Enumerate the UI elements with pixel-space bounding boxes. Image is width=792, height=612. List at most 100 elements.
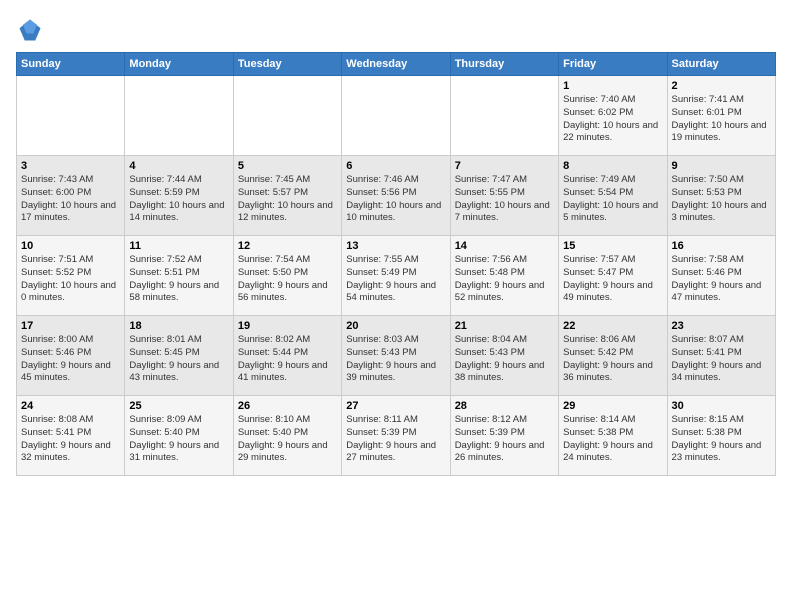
calendar-cell: 7 Sunrise: 7:47 AM Sunset: 5:55 PM Daylig… <box>450 156 558 236</box>
day-info: Sunrise: 7:46 AM Sunset: 5:56 PM Dayligh… <box>346 174 445 225</box>
calendar-header: SundayMondayTuesdayWednesdayThursdayFrid… <box>17 53 776 76</box>
day-info: Sunrise: 7:44 AM Sunset: 5:59 PM Dayligh… <box>129 174 228 225</box>
day-info: Sunrise: 8:15 AM Sunset: 5:38 PM Dayligh… <box>672 414 771 465</box>
calendar-cell: 25Sunrise: 8:09 AM Sunset: 5:40 PM Dayli… <box>125 396 233 476</box>
calendar-cell: 30 Sunrise: 8:15 AM Sunset: 5:38 PM Dayli… <box>667 396 775 476</box>
day-info: Sunrise: 7:52 AM Sunset: 5:51 PM Dayligh… <box>129 254 228 305</box>
calendar-cell <box>17 76 125 156</box>
day-info: Sunrise: 8:01 AM Sunset: 5:45 PM Dayligh… <box>129 334 228 385</box>
day-info: Sunrise: 7:43 AM Sunset: 6:00 PM Dayligh… <box>21 174 120 225</box>
calendar-cell: 15 Sunrise: 7:57 AM Sunset: 5:47 PM Dayli… <box>559 236 667 316</box>
day-info: Sunrise: 8:06 AM Sunset: 5:42 PM Dayligh… <box>563 334 662 385</box>
calendar-cell: 13 Sunrise: 7:55 AM Sunset: 5:49 PM Dayli… <box>342 236 450 316</box>
calendar-cell: 4 Sunrise: 7:44 AM Sunset: 5:59 PM Daylig… <box>125 156 233 236</box>
calendar-cell: 6 Sunrise: 7:46 AM Sunset: 5:56 PM Daylig… <box>342 156 450 236</box>
calendar-cell: 12 Sunrise: 7:54 AM Sunset: 5:50 PM Dayli… <box>233 236 341 316</box>
day-number: 24 <box>21 400 120 412</box>
calendar-cell: 26 Sunrise: 8:10 AM Sunset: 5:40 PM Dayli… <box>233 396 341 476</box>
day-info: Sunrise: 8:02 AM Sunset: 5:44 PM Dayligh… <box>238 334 337 385</box>
calendar-cell: 2 Sunrise: 7:41 AM Sunset: 6:01 PM Daylig… <box>667 76 775 156</box>
day-info: Sunrise: 8:10 AM Sunset: 5:40 PM Dayligh… <box>238 414 337 465</box>
day-number: 20 <box>346 320 445 332</box>
day-number: 1 <box>563 80 662 92</box>
day-info: Sunrise: 7:56 AM Sunset: 5:48 PM Dayligh… <box>455 254 554 305</box>
calendar-cell: 27Sunrise: 8:11 AM Sunset: 5:39 PM Dayli… <box>342 396 450 476</box>
day-number: 7 <box>455 160 554 172</box>
weekday-header: Friday <box>559 53 667 76</box>
day-info: Sunrise: 7:45 AM Sunset: 5:57 PM Dayligh… <box>238 174 337 225</box>
day-number: 21 <box>455 320 554 332</box>
calendar-cell <box>125 76 233 156</box>
day-number: 27 <box>346 400 445 412</box>
calendar-cell: 10 Sunrise: 7:51 AM Sunset: 5:52 PM Dayli… <box>17 236 125 316</box>
day-info: Sunrise: 8:00 AM Sunset: 5:46 PM Dayligh… <box>21 334 120 385</box>
day-info: Sunrise: 8:04 AM Sunset: 5:43 PM Dayligh… <box>455 334 554 385</box>
day-info: Sunrise: 7:57 AM Sunset: 5:47 PM Dayligh… <box>563 254 662 305</box>
day-number: 6 <box>346 160 445 172</box>
weekday-header: Sunday <box>17 53 125 76</box>
day-number: 11 <box>129 240 228 252</box>
calendar-cell: 16 Sunrise: 7:58 AM Sunset: 5:46 PM Dayli… <box>667 236 775 316</box>
calendar-cell: 23 Sunrise: 8:07 AM Sunset: 5:41 PM Dayli… <box>667 316 775 396</box>
day-info: Sunrise: 8:12 AM Sunset: 5:39 PM Dayligh… <box>455 414 554 465</box>
day-info: Sunrise: 8:08 AM Sunset: 5:41 PM Dayligh… <box>21 414 120 465</box>
day-number: 23 <box>672 320 771 332</box>
weekday-header: Saturday <box>667 53 775 76</box>
weekday-header: Monday <box>125 53 233 76</box>
day-info: Sunrise: 7:58 AM Sunset: 5:46 PM Dayligh… <box>672 254 771 305</box>
calendar-cell: 5 Sunrise: 7:45 AM Sunset: 5:57 PM Daylig… <box>233 156 341 236</box>
day-number: 8 <box>563 160 662 172</box>
day-number: 13 <box>346 240 445 252</box>
day-number: 15 <box>563 240 662 252</box>
day-number: 9 <box>672 160 771 172</box>
calendar-cell: 21 Sunrise: 8:04 AM Sunset: 5:43 PM Dayli… <box>450 316 558 396</box>
day-number: 22 <box>563 320 662 332</box>
calendar-cell <box>233 76 341 156</box>
day-number: 16 <box>672 240 771 252</box>
day-number: 26 <box>238 400 337 412</box>
weekday-header: Wednesday <box>342 53 450 76</box>
day-info: Sunrise: 7:55 AM Sunset: 5:49 PM Dayligh… <box>346 254 445 305</box>
day-number: 10 <box>21 240 120 252</box>
logo-icon <box>16 16 44 44</box>
day-info: Sunrise: 7:40 AM Sunset: 6:02 PM Dayligh… <box>563 94 662 145</box>
day-number: 14 <box>455 240 554 252</box>
day-info: Sunrise: 7:51 AM Sunset: 5:52 PM Dayligh… <box>21 254 120 305</box>
calendar-cell: 17 Sunrise: 8:00 AM Sunset: 5:46 PM Dayli… <box>17 316 125 396</box>
day-number: 19 <box>238 320 337 332</box>
calendar-week: 17 Sunrise: 8:00 AM Sunset: 5:46 PM Dayli… <box>17 316 776 396</box>
day-number: 28 <box>455 400 554 412</box>
day-number: 29 <box>563 400 662 412</box>
calendar-cell: 9 Sunrise: 7:50 AM Sunset: 5:53 PM Daylig… <box>667 156 775 236</box>
day-info: Sunrise: 7:54 AM Sunset: 5:50 PM Dayligh… <box>238 254 337 305</box>
day-info: Sunrise: 7:49 AM Sunset: 5:54 PM Dayligh… <box>563 174 662 225</box>
day-info: Sunrise: 7:47 AM Sunset: 5:55 PM Dayligh… <box>455 174 554 225</box>
day-info: Sunrise: 8:14 AM Sunset: 5:38 PM Dayligh… <box>563 414 662 465</box>
calendar-body: 1 Sunrise: 7:40 AM Sunset: 6:02 PM Daylig… <box>17 76 776 476</box>
calendar-table: SundayMondayTuesdayWednesdayThursdayFrid… <box>16 52 776 476</box>
calendar-cell: 8 Sunrise: 7:49 AM Sunset: 5:54 PM Daylig… <box>559 156 667 236</box>
page-header <box>16 16 776 44</box>
calendar-cell: 24 Sunrise: 8:08 AM Sunset: 5:41 PM Dayli… <box>17 396 125 476</box>
calendar-cell: 29 Sunrise: 8:14 AM Sunset: 5:38 PM Dayli… <box>559 396 667 476</box>
day-info: Sunrise: 7:50 AM Sunset: 5:53 PM Dayligh… <box>672 174 771 225</box>
calendar-cell: 22 Sunrise: 8:06 AM Sunset: 5:42 PM Dayli… <box>559 316 667 396</box>
day-number: 4 <box>129 160 228 172</box>
calendar-cell: 14 Sunrise: 7:56 AM Sunset: 5:48 PM Dayli… <box>450 236 558 316</box>
day-number: 12 <box>238 240 337 252</box>
logo <box>16 16 48 44</box>
day-number: 30 <box>672 400 771 412</box>
day-number: 18 <box>129 320 228 332</box>
calendar-week: 10 Sunrise: 7:51 AM Sunset: 5:52 PM Dayli… <box>17 236 776 316</box>
day-number: 2 <box>672 80 771 92</box>
calendar-cell: 1 Sunrise: 7:40 AM Sunset: 6:02 PM Daylig… <box>559 76 667 156</box>
day-number: 5 <box>238 160 337 172</box>
calendar-cell <box>450 76 558 156</box>
day-number: 17 <box>21 320 120 332</box>
calendar-cell: 3Sunrise: 7:43 AM Sunset: 6:00 PM Daylig… <box>17 156 125 236</box>
calendar-cell: 28 Sunrise: 8:12 AM Sunset: 5:39 PM Dayli… <box>450 396 558 476</box>
calendar-cell <box>342 76 450 156</box>
day-info: Sunrise: 8:03 AM Sunset: 5:43 PM Dayligh… <box>346 334 445 385</box>
day-info: Sunrise: 8:07 AM Sunset: 5:41 PM Dayligh… <box>672 334 771 385</box>
day-info: Sunrise: 7:41 AM Sunset: 6:01 PM Dayligh… <box>672 94 771 145</box>
